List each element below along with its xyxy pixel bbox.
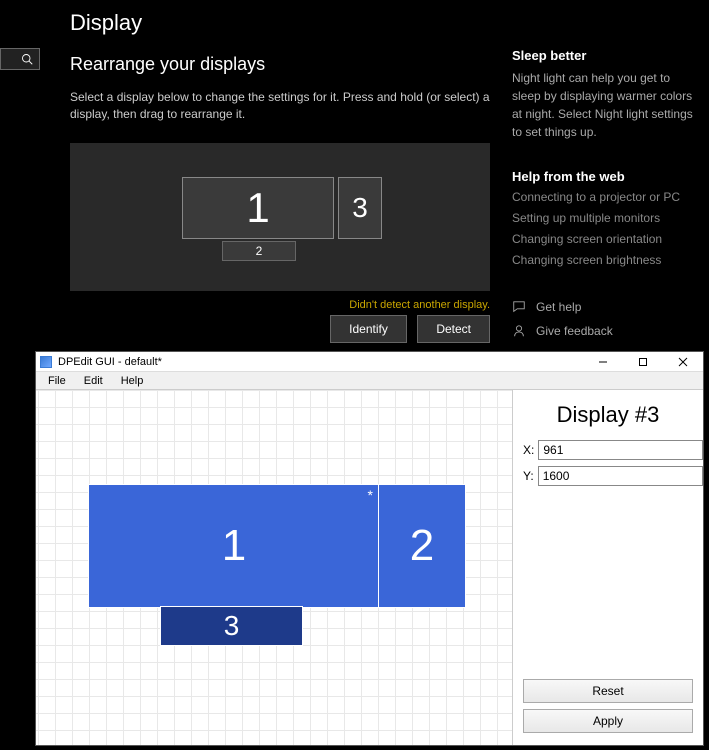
- settings-sidebar: Sleep better Night light can help you ge…: [512, 48, 702, 348]
- close-icon: [678, 357, 688, 367]
- canvas[interactable]: 1 * 2 3: [36, 390, 512, 745]
- properties-buttons: Reset Apply: [523, 679, 693, 739]
- dp-display-1-label: 1: [222, 521, 246, 571]
- maximize-icon: [638, 357, 648, 367]
- section-description: Select a display below to change the set…: [70, 89, 500, 123]
- properties-panel: Display #3 X: Y: Reset Apply: [513, 390, 703, 745]
- give-feedback-label: Give feedback: [536, 324, 613, 338]
- titlebar[interactable]: DPEdit GUI - default*: [36, 352, 703, 372]
- menu-file[interactable]: File: [40, 374, 74, 388]
- apply-button[interactable]: Apply: [523, 709, 693, 733]
- x-label: X:: [523, 443, 534, 457]
- feedback-icon: [512, 324, 526, 338]
- dp-display-2-label: 2: [410, 521, 434, 571]
- display-arrange-box[interactable]: 1 3 2: [70, 143, 490, 291]
- link-projector[interactable]: Connecting to a projector or PC: [512, 190, 702, 204]
- section-title: Rearrange your displays: [70, 54, 500, 75]
- x-input[interactable]: [538, 440, 703, 460]
- menu-help[interactable]: Help: [113, 374, 152, 388]
- reset-button[interactable]: Reset: [523, 679, 693, 703]
- maximize-button[interactable]: [623, 352, 663, 372]
- dp-display-1[interactable]: 1 *: [89, 485, 379, 607]
- app-icon: [40, 356, 52, 368]
- chat-icon: [512, 300, 526, 314]
- link-orientation[interactable]: Changing screen orientation: [512, 232, 702, 246]
- display-tile-1[interactable]: 1: [182, 177, 334, 239]
- detect-button[interactable]: Detect: [417, 315, 490, 343]
- y-label: Y:: [523, 469, 534, 483]
- sleep-better-text: Night light can help you get to sleep by…: [512, 69, 702, 141]
- canvas-area[interactable]: 1 * 2 3: [36, 390, 513, 745]
- close-button[interactable]: [663, 352, 703, 372]
- window-title: DPEdit GUI - default*: [58, 356, 583, 368]
- search-icon: [21, 53, 33, 65]
- display-tile-3[interactable]: 3: [338, 177, 382, 239]
- dp-display-2[interactable]: 2: [379, 485, 465, 607]
- get-help-link[interactable]: Get help: [512, 300, 702, 314]
- help-web-heading: Help from the web: [512, 169, 702, 184]
- page-title: Display: [70, 10, 500, 36]
- give-feedback-link[interactable]: Give feedback: [512, 324, 702, 338]
- primary-star-icon: *: [368, 487, 373, 503]
- identify-button[interactable]: Identify: [330, 315, 407, 343]
- dpedit-body: 1 * 2 3 Display #3 X: Y:: [36, 390, 703, 745]
- dp-display-3-label: 3: [224, 610, 240, 642]
- display-tile-2[interactable]: 2: [222, 241, 296, 261]
- link-multiple-monitors[interactable]: Setting up multiple monitors: [512, 211, 702, 225]
- y-input[interactable]: [538, 466, 703, 486]
- dp-display-3[interactable]: 3: [161, 607, 302, 645]
- x-row: X:: [523, 440, 693, 460]
- properties-title: Display #3: [523, 402, 693, 428]
- get-help-label: Get help: [536, 300, 581, 314]
- minimize-icon: [598, 357, 608, 367]
- sleep-better-heading: Sleep better: [512, 48, 702, 63]
- dpedit-window: DPEdit GUI - default* File Edit Help 1 *…: [35, 351, 704, 746]
- y-row: Y:: [523, 466, 693, 486]
- detect-message: Didn't detect another display.: [70, 299, 490, 311]
- link-brightness[interactable]: Changing screen brightness: [512, 253, 702, 267]
- search-button[interactable]: [0, 48, 40, 70]
- menubar: File Edit Help: [36, 372, 703, 390]
- menu-edit[interactable]: Edit: [76, 374, 111, 388]
- detect-row: Didn't detect another display. Identify …: [70, 299, 490, 343]
- minimize-button[interactable]: [583, 352, 623, 372]
- settings-content: Display Rearrange your displays Select a…: [70, 10, 500, 343]
